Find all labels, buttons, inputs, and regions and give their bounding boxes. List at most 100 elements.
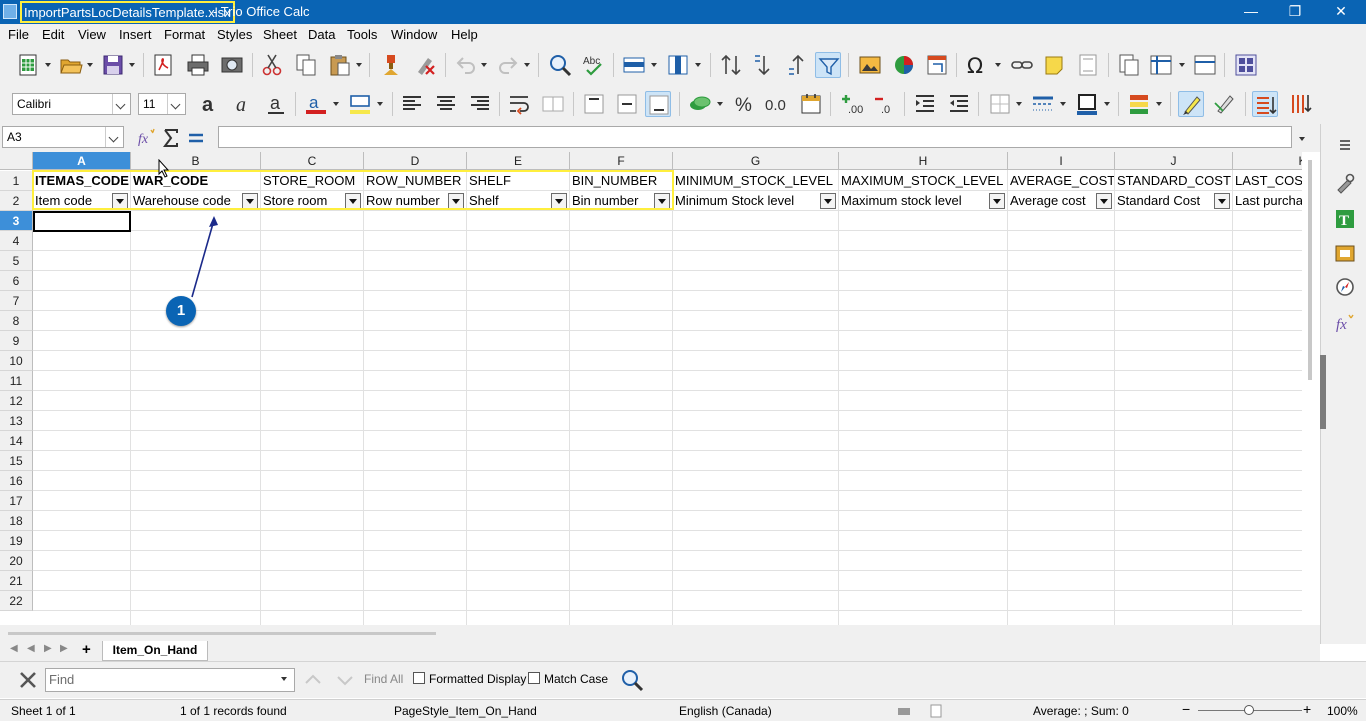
cell-i2[interactable]: Average cost	[1008, 191, 1095, 211]
row-header[interactable]: 3	[0, 211, 33, 231]
highlighting-color-dropdown[interactable]	[376, 91, 384, 117]
row-header[interactable]: 4	[0, 231, 33, 251]
text-direction-icon[interactable]	[1252, 91, 1278, 117]
borders-icon[interactable]	[987, 91, 1013, 117]
gallery-icon[interactable]	[1334, 242, 1356, 264]
column-header-b[interactable]: B	[131, 152, 261, 170]
cell-k1[interactable]: LAST_COST	[1233, 171, 1302, 191]
row-dropdown[interactable]	[650, 52, 658, 78]
row-header[interactable]: 7	[0, 291, 33, 311]
align-top-icon[interactable]	[581, 91, 607, 117]
undo-dropdown[interactable]	[480, 52, 488, 78]
select-all-corner[interactable]	[0, 152, 33, 170]
redo-icon[interactable]	[495, 52, 521, 78]
currency-dropdown[interactable]	[716, 91, 724, 117]
spelling-icon[interactable]: Abc	[581, 52, 607, 78]
sidebar-layout-icon[interactable]	[1233, 52, 1259, 78]
row-header[interactable]: 11	[0, 371, 33, 391]
row-header[interactable]: 13	[0, 411, 33, 431]
cell-h1[interactable]: MAXIMUM_STOCK_LEVEL	[839, 171, 1007, 191]
save-dropdown[interactable]	[128, 52, 136, 78]
cut-icon[interactable]	[259, 52, 285, 78]
autofilter-button-g[interactable]	[820, 193, 836, 209]
date-format-icon[interactable]	[798, 91, 824, 117]
formatted-display-checkbox[interactable]	[413, 672, 425, 684]
row-header[interactable]: 5	[0, 251, 33, 271]
row-header[interactable]: 15	[0, 451, 33, 471]
menu-styles[interactable]: Styles	[217, 27, 252, 43]
sheet-tab-item-on-hand[interactable]: Item_On_Hand	[102, 641, 208, 661]
row-header[interactable]: 1	[0, 171, 33, 191]
sort-descending-icon[interactable]	[785, 52, 811, 78]
row-header[interactable]: 18	[0, 511, 33, 531]
define-print-area-icon[interactable]	[1116, 52, 1142, 78]
special-character-dropdown[interactable]	[994, 52, 1002, 78]
menu-format[interactable]: Format	[164, 27, 205, 43]
hyperlink-icon[interactable]	[1009, 52, 1035, 78]
align-right-icon[interactable]	[467, 91, 493, 117]
highlighting-color-icon[interactable]	[347, 91, 373, 117]
clone-formatting-icon[interactable]	[378, 52, 404, 78]
row-header[interactable]: 20	[0, 551, 33, 571]
name-box[interactable]: A3	[2, 126, 124, 148]
column-dropdown[interactable]	[694, 52, 702, 78]
last-sheet-icon[interactable]: ▶	[60, 643, 68, 654]
formula-input[interactable]	[218, 126, 1292, 148]
column-header-e[interactable]: E	[467, 152, 570, 170]
percent-format-icon[interactable]: %	[732, 91, 758, 117]
autofilter-button-i[interactable]	[1096, 193, 1112, 209]
zoom-out-icon[interactable]: −	[1182, 702, 1190, 716]
maximize-button[interactable]: ❐	[1272, 0, 1318, 24]
row-header[interactable]: 2	[0, 191, 33, 211]
menu-window[interactable]: Window	[391, 27, 437, 43]
split-window-icon[interactable]	[1192, 52, 1218, 78]
print-icon[interactable]	[185, 52, 211, 78]
column-header-f[interactable]: F	[570, 152, 673, 170]
conditional-format-icon[interactable]	[1126, 91, 1152, 117]
special-character-icon[interactable]: Ω	[964, 52, 990, 78]
match-case-checkbox[interactable]	[528, 672, 540, 684]
find-replace-dialog-icon[interactable]	[619, 667, 645, 693]
navigator-icon[interactable]	[1334, 276, 1356, 298]
delete-decimal-place-icon[interactable]: .0	[871, 91, 897, 117]
previous-sheet-icon[interactable]: ◀	[27, 643, 35, 654]
border-style-dropdown[interactable]	[1059, 91, 1067, 117]
column-header-k[interactable]: K	[1233, 152, 1302, 170]
sum-icon[interactable]	[158, 125, 184, 151]
row-header[interactable]: 10	[0, 351, 33, 371]
autofilter-button-j[interactable]	[1214, 193, 1230, 209]
font-name-box[interactable]: Calibri	[12, 93, 131, 115]
column-header-j[interactable]: J	[1115, 152, 1233, 170]
cell-h2[interactable]: Maximum stock level	[839, 191, 988, 211]
spreadsheet-grid[interactable]: A B C D E F G H I J K 1 2 3 4 5 6 7 8 9 …	[0, 152, 1302, 625]
minimize-button[interactable]: —	[1228, 0, 1274, 24]
zoom-slider-knob[interactable]	[1244, 705, 1254, 715]
column-header-g[interactable]: G	[673, 152, 839, 170]
pivot-table-icon[interactable]	[924, 52, 950, 78]
track-changes-icon[interactable]	[1212, 91, 1238, 117]
sort-ascending-icon[interactable]	[751, 52, 777, 78]
open-folder-icon[interactable]	[58, 52, 84, 78]
add-sheet-button[interactable]: +	[82, 641, 91, 658]
menu-sheet[interactable]: Sheet	[263, 27, 297, 43]
decrease-indent-icon[interactable]	[946, 91, 972, 117]
save-icon[interactable]	[100, 52, 126, 78]
export-pdf-icon[interactable]	[150, 52, 176, 78]
new-spreadsheet-icon[interactable]	[16, 52, 42, 78]
horizontal-scroll-thumb[interactable]	[8, 632, 436, 635]
next-sheet-icon[interactable]: ▶	[44, 643, 52, 654]
zoom-in-icon[interactable]: +	[1303, 702, 1311, 716]
column-icon[interactable]	[665, 52, 691, 78]
align-center-icon[interactable]	[433, 91, 459, 117]
first-sheet-icon[interactable]: ◀	[10, 643, 18, 654]
column-header-c[interactable]: C	[261, 152, 364, 170]
row-header[interactable]: 12	[0, 391, 33, 411]
find-history-dropdown[interactable]	[280, 666, 288, 692]
merge-center-icon[interactable]	[540, 91, 566, 117]
find-all-button[interactable]: Find All	[364, 672, 403, 686]
sidebar-menu-icon[interactable]	[1334, 134, 1356, 156]
name-box-dropdown-icon[interactable]	[105, 127, 123, 147]
paste-icon[interactable]	[327, 52, 353, 78]
undo-icon[interactable]	[453, 52, 479, 78]
freeze-rows-columns-icon[interactable]	[1148, 52, 1174, 78]
